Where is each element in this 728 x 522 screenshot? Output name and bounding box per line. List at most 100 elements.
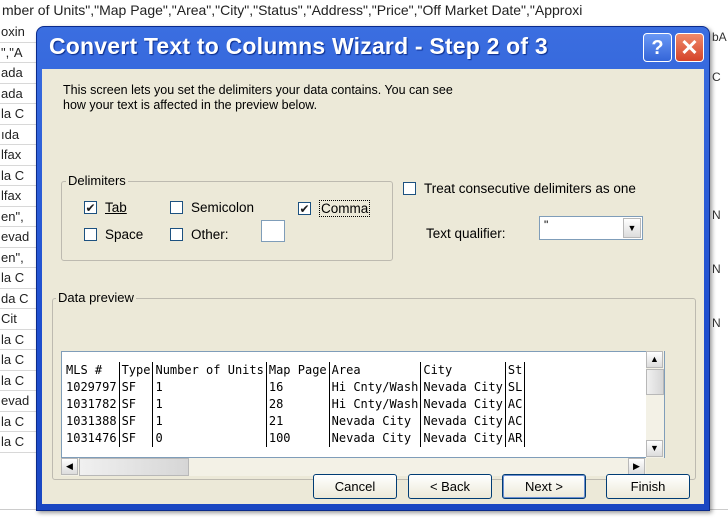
intro-text: This screen lets you set the delimiters …: [63, 83, 453, 113]
spreadsheet-cell[interactable]: la C: [0, 432, 36, 453]
tab-check-box[interactable]: ✔: [84, 201, 97, 214]
spreadsheet-cell[interactable]: N: [712, 262, 721, 276]
spreadsheet-cell[interactable]: oxin: [0, 22, 36, 43]
horizontal-scroll-thumb[interactable]: [79, 458, 189, 476]
consecutive-delimiters-checkbox[interactable]: Treat consecutive delimiters as one: [403, 181, 636, 196]
preview-row: 1031476 SF 0 100 Nevada City Nevada City AR: [64, 430, 526, 447]
spreadsheet-cell[interactable]: evad: [0, 227, 36, 248]
spreadsheet-cell[interactable]: N: [712, 316, 721, 330]
preview-cell: SF: [119, 396, 154, 413]
preview-cell: Nevada City: [329, 430, 422, 447]
dialog-body: This screen lets you set the delimiters …: [42, 69, 704, 504]
preview-cell: AR: [505, 430, 526, 447]
preview-cell: 1031388: [64, 413, 120, 430]
preview-header-cell: Area: [329, 362, 422, 379]
spreadsheet-cell[interactable]: ","A: [0, 43, 36, 63]
preview-cell: SL: [505, 379, 526, 396]
spreadsheet-cell[interactable]: en",: [0, 248, 36, 268]
spreadsheet-cell[interactable]: en",: [0, 207, 36, 227]
spreadsheet-cell[interactable]: ada: [0, 84, 36, 104]
semicolon-checkbox[interactable]: Semicolon: [170, 200, 254, 215]
scroll-right-icon[interactable]: ▶: [628, 458, 645, 475]
preview-header-cell: MLS #: [64, 362, 120, 379]
preview-header-cell: Number of Units: [152, 362, 267, 379]
spreadsheet-cell[interactable]: lfax: [0, 186, 36, 207]
preview-cell: 16: [266, 379, 330, 396]
other-delimiter-input[interactable]: [261, 220, 285, 242]
space-checkbox[interactable]: Space: [84, 227, 143, 242]
space-check-box[interactable]: [84, 228, 97, 241]
tab-label: Tab: [105, 200, 127, 215]
intro-line-1: This screen lets you set the delimiters …: [63, 83, 453, 97]
comma-check-box[interactable]: ✔: [298, 202, 311, 215]
preview-cell: Nevada City: [420, 430, 506, 447]
spreadsheet-cell[interactable]: la C: [0, 268, 36, 289]
spreadsheet-cell[interactable]: evad: [0, 391, 36, 412]
spreadsheet-column: oxin ","A ada ada la Cıda lfax la Clfax en", eva…: [0, 22, 36, 521]
other-checkbox[interactable]: Other:: [170, 227, 229, 242]
spreadsheet-cell[interactable]: N: [712, 208, 721, 222]
scroll-down-icon[interactable]: ▼: [646, 440, 663, 457]
preview-cell: Nevada City: [420, 379, 506, 396]
dialog-title: Convert Text to Columns Wizard - Step 2 …: [49, 33, 548, 59]
tab-checkbox[interactable]: ✔ Tab: [84, 200, 127, 215]
spreadsheet-header-row: mber of Units","Map Page","Area","City",…: [0, 0, 728, 22]
semicolon-check-box[interactable]: [170, 201, 183, 214]
vertical-scrollbar[interactable]: ▲ ▼: [646, 351, 664, 458]
back-button[interactable]: < Back: [408, 474, 492, 499]
next-button[interactable]: Next >: [502, 474, 586, 499]
consecutive-check-box[interactable]: [403, 182, 416, 195]
preview-cell: 1029797: [64, 379, 120, 396]
spreadsheet-cell[interactable]: la C: [0, 104, 36, 125]
spreadsheet-cell[interactable]: la C: [0, 350, 36, 371]
text-qualifier-select[interactable]: " ▼: [539, 216, 643, 240]
convert-text-wizard-dialog: Convert Text to Columns Wizard - Step 2 …: [36, 26, 710, 511]
spreadsheet-cell[interactable]: la C: [0, 330, 36, 350]
text-qualifier-label: Text qualifier:: [426, 226, 506, 241]
preview-cell: 1031782: [64, 396, 120, 413]
preview-cell: 0: [152, 430, 267, 447]
preview-cell: Hi Cnty/Wash: [329, 396, 422, 413]
preview-row: 1031782 SF 1 28 Hi Cnty/Wash Nevada City AC: [64, 396, 526, 413]
spreadsheet-cell[interactable]: la C: [0, 412, 36, 432]
preview-row: 1031388 SF 1 21 Nevada City Nevada City AC: [64, 413, 526, 430]
help-button[interactable]: ?: [643, 33, 672, 62]
spreadsheet-cell[interactable]: da C: [0, 289, 36, 309]
spreadsheet-cell[interactable]: bA: [712, 30, 727, 44]
cancel-button[interactable]: Cancel: [313, 474, 397, 499]
preview-table: MLS # Type Number of Units Map Page Area City…: [64, 362, 526, 447]
preview-cell: 28: [266, 396, 330, 413]
other-label: Other:: [191, 227, 229, 242]
spreadsheet-cell[interactable]: la C: [0, 371, 36, 391]
comma-checkbox[interactable]: ✔ Comma: [298, 200, 371, 217]
vertical-scroll-thumb[interactable]: [646, 369, 664, 395]
delimiters-group: [61, 181, 393, 261]
preview-cell: Hi Cnty/Wash: [329, 379, 422, 396]
preview-cell: Nevada City: [420, 413, 506, 430]
spreadsheet-cell[interactable]: lfax: [0, 145, 36, 166]
chevron-down-icon[interactable]: ▼: [623, 218, 641, 238]
spreadsheet-cell[interactable]: la C: [0, 166, 36, 186]
preview-cell: SF: [119, 430, 154, 447]
preview-cell: Nevada City: [329, 413, 422, 430]
preview-cell: 1: [152, 413, 267, 430]
spreadsheet-right-column: bA C N N N: [708, 22, 728, 521]
text-qualifier-value: ": [544, 218, 549, 232]
scroll-left-icon[interactable]: ◀: [61, 458, 78, 475]
spreadsheet-cell[interactable]: ıda: [0, 125, 36, 145]
preview-cell: AC: [505, 396, 526, 413]
spreadsheet-cell[interactable]: C: [712, 70, 721, 84]
preview-cell: SF: [119, 379, 154, 396]
preview-header-row: MLS # Type Number of Units Map Page Area City…: [64, 362, 526, 379]
finish-button[interactable]: Finish: [606, 474, 690, 499]
preview-row: 1029797 SF 1 16 Hi Cnty/Wash Nevada City SL: [64, 379, 526, 396]
other-check-box[interactable]: [170, 228, 183, 241]
data-preview-pane[interactable]: MLS # Type Number of Units Map Page Area City…: [61, 351, 665, 458]
consecutive-label: Treat consecutive delimiters as one: [424, 181, 636, 196]
spreadsheet-cell[interactable]: Cit: [0, 309, 36, 330]
scroll-up-icon[interactable]: ▲: [646, 351, 663, 368]
preview-cell: Nevada City: [420, 396, 506, 413]
close-button[interactable]: ✕: [675, 33, 704, 62]
spreadsheet-cell[interactable]: ada: [0, 63, 36, 84]
intro-line-2: how your text is affected in the preview…: [63, 98, 318, 112]
